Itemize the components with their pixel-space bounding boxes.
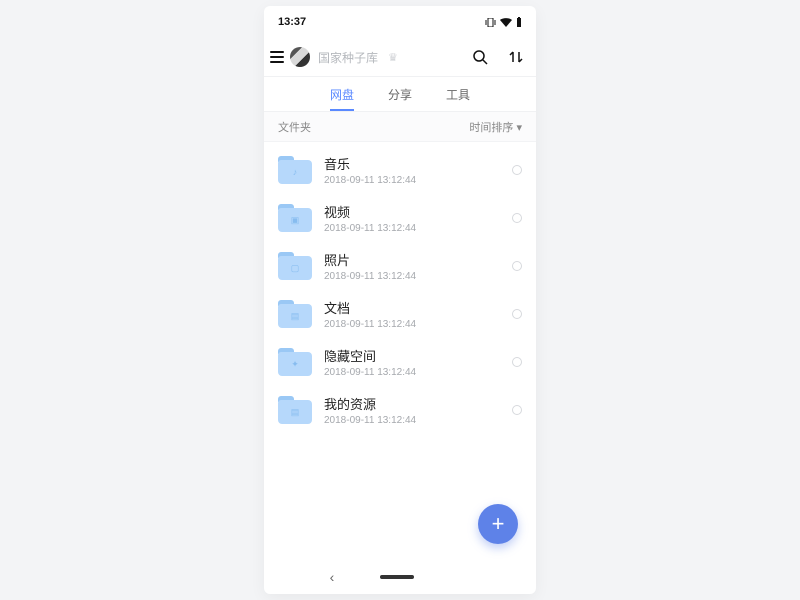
tab-tools[interactable]: 工具: [446, 77, 470, 111]
list-item[interactable]: ✦ 隐藏空间 2018-09-11 13:12:44: [264, 338, 536, 386]
menu-button[interactable]: [270, 51, 284, 63]
select-radio[interactable]: [512, 309, 522, 319]
list-item[interactable]: ▢ 照片 2018-09-11 13:12:44: [264, 242, 536, 290]
clock: 13:37: [278, 16, 306, 28]
status-icons: [485, 17, 522, 27]
add-button[interactable]: +: [478, 504, 518, 544]
wifi-icon: [500, 18, 512, 27]
toolbar: 国家种子库 ♛: [264, 38, 536, 76]
status-bar: 13:37: [264, 6, 536, 38]
vip-icon: ♛: [388, 51, 398, 64]
select-radio[interactable]: [512, 165, 522, 175]
vibrate-icon: [485, 18, 496, 27]
folder-date: 2018-09-11 13:12:44: [324, 367, 500, 378]
transfer-icon: [508, 49, 524, 65]
home-pill[interactable]: [380, 575, 414, 579]
transfer-button[interactable]: [508, 49, 524, 65]
folder-icon: ▣: [278, 204, 312, 232]
search-button[interactable]: [472, 49, 488, 65]
folder-date: 2018-09-11 13:12:44: [324, 175, 500, 186]
folder-name: 照片: [324, 250, 500, 269]
folder-list: ♪ 音乐 2018-09-11 13:12:44 ▣ 视频 2018-09-11 1…: [264, 142, 536, 560]
folder-icon: ✦: [278, 348, 312, 376]
list-item[interactable]: ▣ 视频 2018-09-11 13:12:44: [264, 194, 536, 242]
select-radio[interactable]: [512, 213, 522, 223]
section-header: 文件夹 时间排序 ▾: [264, 112, 536, 142]
folder-icon: ▤: [278, 396, 312, 424]
tabs: 网盘 分享 工具: [264, 76, 536, 112]
folder-icon: ♪: [278, 156, 312, 184]
nav-bar: ‹: [264, 560, 536, 594]
select-radio[interactable]: [512, 405, 522, 415]
list-item[interactable]: ♪ 音乐 2018-09-11 13:12:44: [264, 146, 536, 194]
select-radio[interactable]: [512, 261, 522, 271]
folder-name: 我的资源: [324, 394, 500, 413]
battery-icon: [516, 17, 522, 27]
search-icon: [472, 49, 488, 65]
plus-icon: +: [492, 511, 505, 537]
list-item[interactable]: ▤ 我的资源 2018-09-11 13:12:44: [264, 386, 536, 434]
device-frame: 13:37 国家种子库 ♛ 网盘 分享 工具 文件夹 时间排序 ▾ ♪ 音乐 20…: [264, 6, 536, 594]
folder-date: 2018-09-11 13:12:44: [324, 223, 500, 234]
folder-name: 隐藏空间: [324, 346, 500, 365]
avatar[interactable]: [290, 47, 310, 67]
username: 国家种子库: [318, 49, 378, 66]
folder-name: 文档: [324, 298, 500, 317]
folder-date: 2018-09-11 13:12:44: [324, 319, 500, 330]
folder-date: 2018-09-11 13:12:44: [324, 271, 500, 282]
select-radio[interactable]: [512, 357, 522, 367]
tab-share[interactable]: 分享: [388, 77, 412, 111]
folder-icon: ▤: [278, 300, 312, 328]
folder-name: 视频: [324, 202, 500, 221]
folder-date: 2018-09-11 13:12:44: [324, 415, 500, 426]
list-item[interactable]: ▤ 文档 2018-09-11 13:12:44: [264, 290, 536, 338]
folder-name: 音乐: [324, 154, 500, 173]
sort-button[interactable]: 时间排序 ▾: [469, 119, 522, 135]
tab-cloud[interactable]: 网盘: [330, 77, 354, 111]
back-button[interactable]: ‹: [330, 569, 335, 585]
folder-icon: ▢: [278, 252, 312, 280]
section-label: 文件夹: [278, 119, 311, 135]
